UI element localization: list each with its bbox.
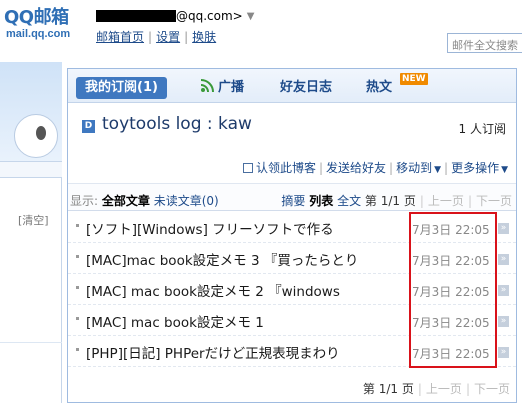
tab-broadcast-label: 广播	[218, 80, 245, 95]
move-to-dropdown[interactable]: 移动到 ▼	[396, 161, 441, 175]
next-page-button[interactable]: 下一页	[474, 382, 510, 396]
tab-friends-blogs[interactable]: 好友日志	[280, 77, 332, 99]
separator: |	[417, 382, 422, 396]
rss-icon	[200, 79, 214, 93]
send-to-friend-link[interactable]: 发送给好友	[326, 161, 386, 175]
separator: |	[318, 161, 324, 175]
feed-d-icon: D	[82, 120, 95, 133]
subscriber-count: 1 人订阅	[458, 122, 506, 136]
logo-title: QQ邮箱	[4, 7, 69, 28]
article-title[interactable]: [MAC]mac book設定メモ 3 『買ったらとり	[86, 249, 408, 269]
article-title[interactable]: [MAC] mac book設定メモ 1	[86, 311, 408, 331]
separator: |	[148, 30, 153, 44]
bullet	[76, 224, 79, 227]
bullet	[76, 317, 79, 320]
separator: |	[467, 194, 472, 208]
show-label: 显示:	[70, 194, 99, 208]
view-full-text[interactable]: 全文	[337, 194, 361, 208]
redacted-account-name	[96, 10, 176, 22]
feed-action-bar: 认领此博客 | 发送给好友 | 移动到 ▼ | 更多操作 ▼	[68, 157, 516, 177]
qq-mail-logo[interactable]: QQ邮箱 mail.qq.com	[4, 8, 70, 41]
sidebar-divider	[0, 342, 62, 343]
next-page-button[interactable]: 下一页	[476, 194, 512, 208]
article-title[interactable]: [MAC] mac book設定メモ 2 『windows	[86, 280, 408, 300]
bullet	[76, 348, 79, 351]
more-actions-label: 更多操作	[451, 161, 500, 175]
bullet	[76, 255, 79, 258]
penguin-eye	[36, 126, 46, 140]
caret-down-icon: ▼	[434, 165, 442, 175]
logo-domain: mail.qq.com	[6, 28, 71, 40]
caret-down-icon[interactable]: ▼	[247, 11, 255, 22]
view-list[interactable]: 列表	[309, 194, 333, 208]
claim-blog-link[interactable]: 认领此博客	[256, 161, 316, 175]
open-arrow-icon[interactable]: »	[498, 347, 509, 358]
tab-bar: 我的订阅(1) 广播 好友日志 热文 NEW	[68, 69, 516, 103]
prev-page-button[interactable]: 上一页	[428, 194, 464, 208]
filter-bar: 显示: 全部文章 未读文章(0) 摘要 列表 全文 第 1/1 页 | 上一页 | 下一…	[68, 183, 516, 211]
account-domain: @qq.com>	[176, 9, 243, 23]
tab-broadcast[interactable]: 广播	[200, 77, 244, 99]
sidebar-banner	[0, 62, 62, 162]
view-summary[interactable]: 摘要	[281, 194, 305, 208]
page-info: 第 1/1 页	[362, 382, 414, 396]
feed-header: D toytools log : kaw 1 人订阅	[68, 104, 516, 144]
highlight-annotation-box	[409, 212, 497, 368]
separator: |	[184, 30, 189, 44]
filter-all-articles[interactable]: 全部文章	[102, 194, 150, 208]
link-mail-home[interactable]: 邮箱首页	[96, 30, 144, 44]
link-settings[interactable]: 设置	[156, 30, 180, 44]
account-menu[interactable]: @qq.com> ▼	[96, 9, 254, 23]
bullet	[76, 286, 79, 289]
new-badge: NEW	[400, 73, 428, 85]
claim-blog-icon	[242, 163, 253, 173]
tab-my-subscriptions[interactable]: 我的订阅(1)	[76, 77, 167, 99]
feed-title[interactable]: toytools log : kaw	[102, 114, 252, 134]
open-arrow-icon[interactable]: »	[498, 223, 509, 234]
move-to-label: 移动到	[396, 161, 433, 175]
page-info: 第 1/1 页	[364, 194, 416, 208]
link-change-skin[interactable]: 换肤	[192, 30, 216, 44]
sidebar-divider	[0, 162, 62, 178]
top-links: 邮箱首页 | 设置 | 换肤	[96, 28, 216, 45]
filter-unread-articles[interactable]: 未读文章(0)	[154, 194, 219, 208]
open-arrow-icon[interactable]: »	[498, 254, 509, 265]
separator: |	[389, 161, 394, 175]
open-arrow-icon[interactable]: »	[498, 316, 509, 327]
bottom-pager: 第 1/1 页 | 上一页 | 下一页	[363, 380, 510, 397]
separator: |	[419, 194, 424, 208]
separator: |	[444, 161, 449, 175]
tab-hot-articles[interactable]: 热文 NEW	[366, 73, 428, 99]
prev-page-button[interactable]: 上一页	[426, 382, 462, 396]
left-sidebar	[0, 62, 62, 403]
article-title[interactable]: [PHP][日記] PHPerだけど正規表現まわり	[86, 342, 408, 362]
separator: |	[465, 382, 470, 396]
search-input[interactable]: 邮件全文搜索	[447, 33, 522, 53]
more-actions-dropdown[interactable]: 更多操作 ▼	[451, 161, 508, 175]
article-title[interactable]: [ソフト][Windows] フリーソフトで作る	[86, 218, 408, 238]
clear-link[interactable]: [清空]	[18, 212, 49, 228]
open-arrow-icon[interactable]: »	[498, 285, 509, 296]
tab-hot-label: 热文	[366, 80, 393, 95]
caret-down-icon: ▼	[501, 165, 508, 175]
